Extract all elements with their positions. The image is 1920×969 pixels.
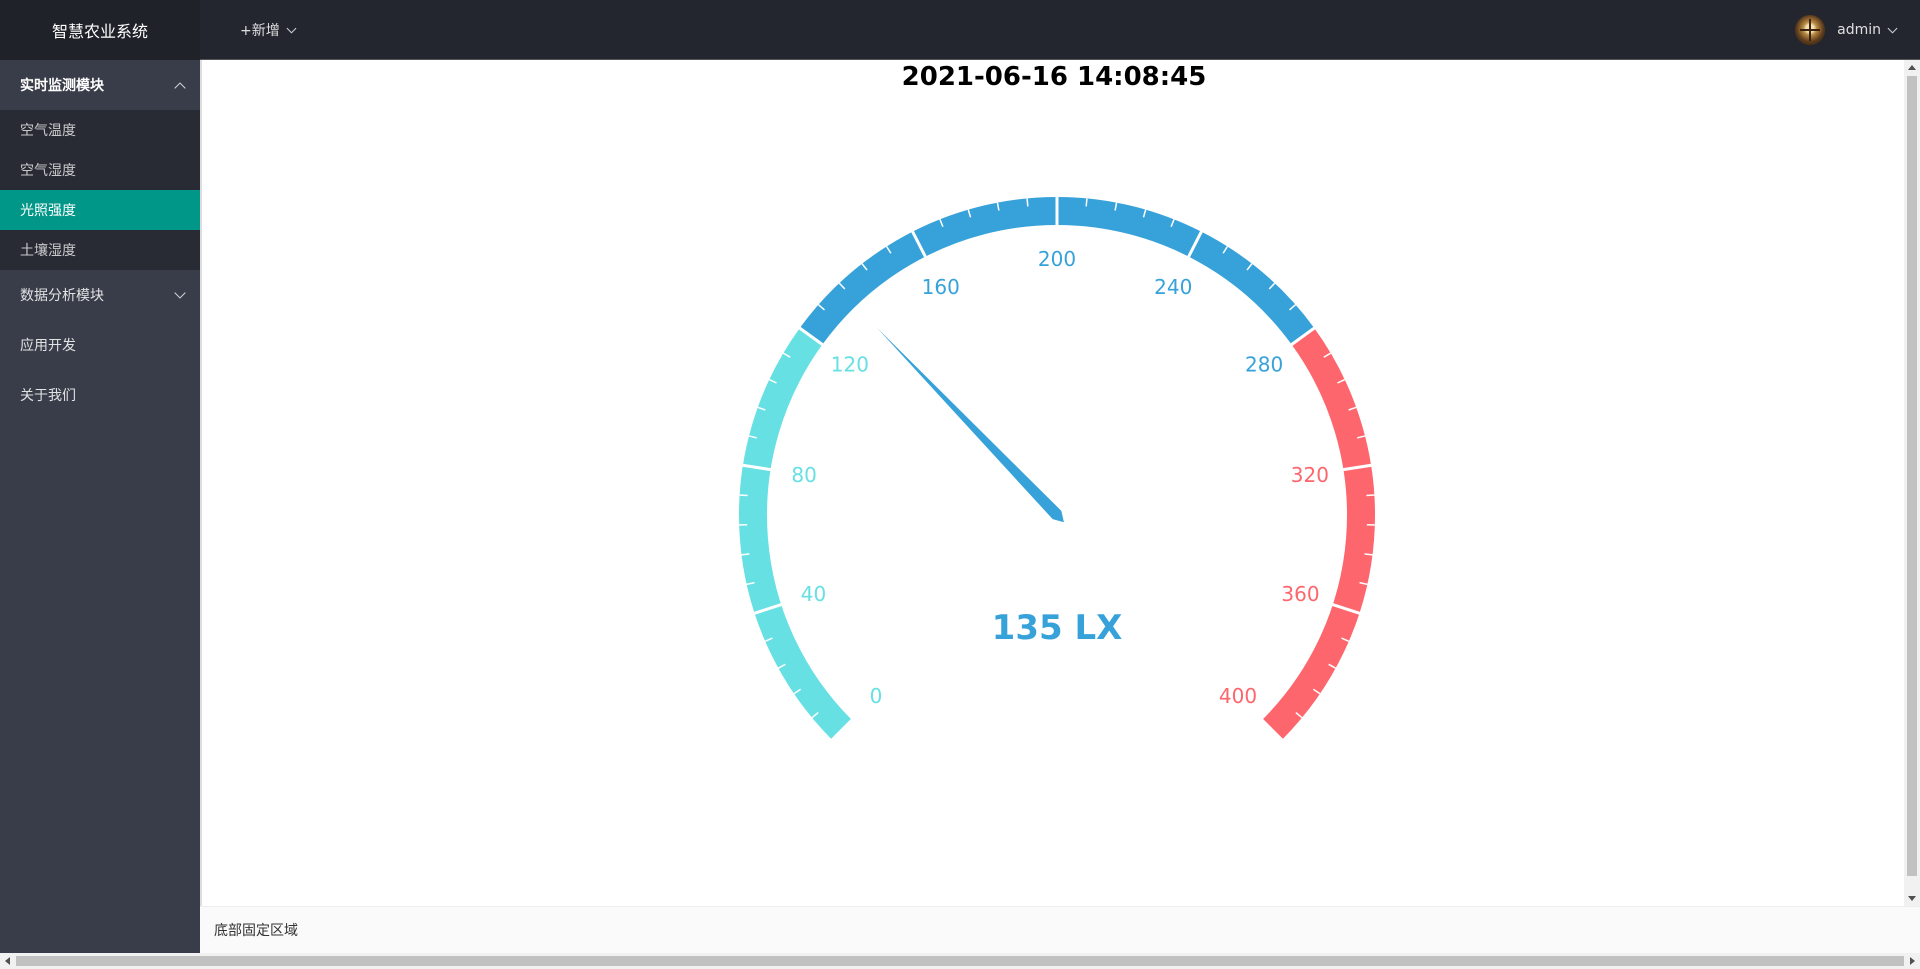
gauge-minor-tick (739, 494, 748, 497)
gauge-minor-tick (1364, 553, 1373, 556)
gauge-pointer (876, 327, 1064, 523)
avatar (1795, 15, 1826, 45)
main-content: 2021-06-16 14:08:45 0 40 80 120 160 200 240 280… (200, 60, 1920, 906)
gauge-band-0 (739, 328, 852, 740)
gauge-tick-label: 280 (1245, 353, 1283, 377)
gauge-value-label: 135 LX (992, 608, 1123, 648)
gauge-tick-label: 80 (791, 463, 816, 487)
gauge-tick-label: 0 (870, 684, 883, 708)
scroll-up-arrow-icon[interactable] (1908, 65, 1916, 70)
sidebar-item-label: 空气湿度 (20, 163, 76, 179)
chevron-down-icon (286, 23, 297, 33)
nav-group-label: 实时监测模块 (20, 78, 104, 94)
scroll-down-arrow-icon[interactable] (1908, 896, 1916, 901)
sidebar-item-label: 土壤湿度 (20, 243, 76, 259)
add-new-label: +新增 (240, 23, 280, 39)
gauge-minor-tick (1085, 198, 1088, 207)
nav-item-label: 应用开发 (20, 338, 76, 354)
nav-group-realtime-monitoring[interactable]: 实时监测模块 (0, 60, 200, 110)
scrollbar-thumb[interactable] (1907, 76, 1917, 876)
subnav-realtime: 空气温度 空气湿度 光照强度 土壤湿度 (0, 110, 200, 270)
scroll-left-arrow-icon[interactable] (5, 957, 10, 965)
nav-item-app-development[interactable]: 应用开发 (0, 320, 200, 370)
light-intensity-gauge: 0 40 80 120 160 200 240 280 320 360 400 135 LX (739, 196, 1375, 742)
username: admin (1837, 22, 1881, 38)
sidebar-item-label: 光照强度 (20, 203, 76, 219)
chevron-down-icon (174, 287, 186, 299)
gauge-tick-label: 240 (1154, 275, 1192, 299)
sidebar-item-soil-humidity[interactable]: 土壤湿度 (0, 230, 200, 270)
footer-text: 底部固定区域 (214, 923, 298, 939)
sidebar: 智慧农业系统 实时监测模块 空气温度 空气湿度 光照强度 土壤湿度 数据分析模块… (0, 0, 200, 953)
gauge-tick-label: 40 (801, 582, 826, 606)
gauge-tick-label: 200 (1038, 247, 1076, 271)
chevron-down-icon (1887, 23, 1898, 33)
footer: 底部固定区域 (200, 906, 1920, 953)
gauge-minor-tick (741, 553, 750, 556)
sidebar-item-light-intensity[interactable]: 光照强度 (0, 190, 200, 230)
gauge-band-2 (1262, 328, 1375, 740)
horizontal-scrollbar[interactable] (0, 953, 1920, 969)
nav-item-about-us[interactable]: 关于我们 (0, 370, 200, 420)
nav-group-data-analysis[interactable]: 数据分析模块 (0, 270, 200, 320)
app-logo-title: 智慧农业系统 (0, 0, 200, 60)
nav-item-label: 关于我们 (20, 388, 76, 404)
nav-group-label: 数据分析模块 (20, 288, 104, 304)
chevron-up-icon (174, 82, 186, 94)
gauge-tick-label: 120 (831, 353, 869, 377)
vertical-scrollbar[interactable] (1904, 60, 1920, 906)
add-new-dropdown[interactable]: +新增 (240, 0, 297, 60)
user-menu[interactable]: admin (1795, 0, 1898, 60)
gauge-minor-tick (1026, 198, 1029, 207)
scrollbar-thumb[interactable] (16, 956, 1904, 966)
app: 智慧农业系统 实时监测模块 空气温度 空气湿度 光照强度 土壤湿度 数据分析模块… (0, 0, 1920, 953)
sidebar-item-air-temperature[interactable]: 空气温度 (0, 110, 200, 150)
top-header: +新增 admin (200, 0, 1920, 60)
gauge-tick-label: 400 (1219, 684, 1257, 708)
gauge-tick-label: 360 (1281, 582, 1319, 606)
gauge-tick-label: 160 (922, 275, 960, 299)
scroll-right-arrow-icon[interactable] (1910, 957, 1915, 965)
gauge-minor-tick (1366, 494, 1375, 497)
sidebar-item-air-humidity[interactable]: 空气湿度 (0, 150, 200, 190)
sidebar-item-label: 空气温度 (20, 123, 76, 139)
gauge-band-1 (799, 197, 1315, 345)
gauge-tick-label: 320 (1291, 463, 1329, 487)
